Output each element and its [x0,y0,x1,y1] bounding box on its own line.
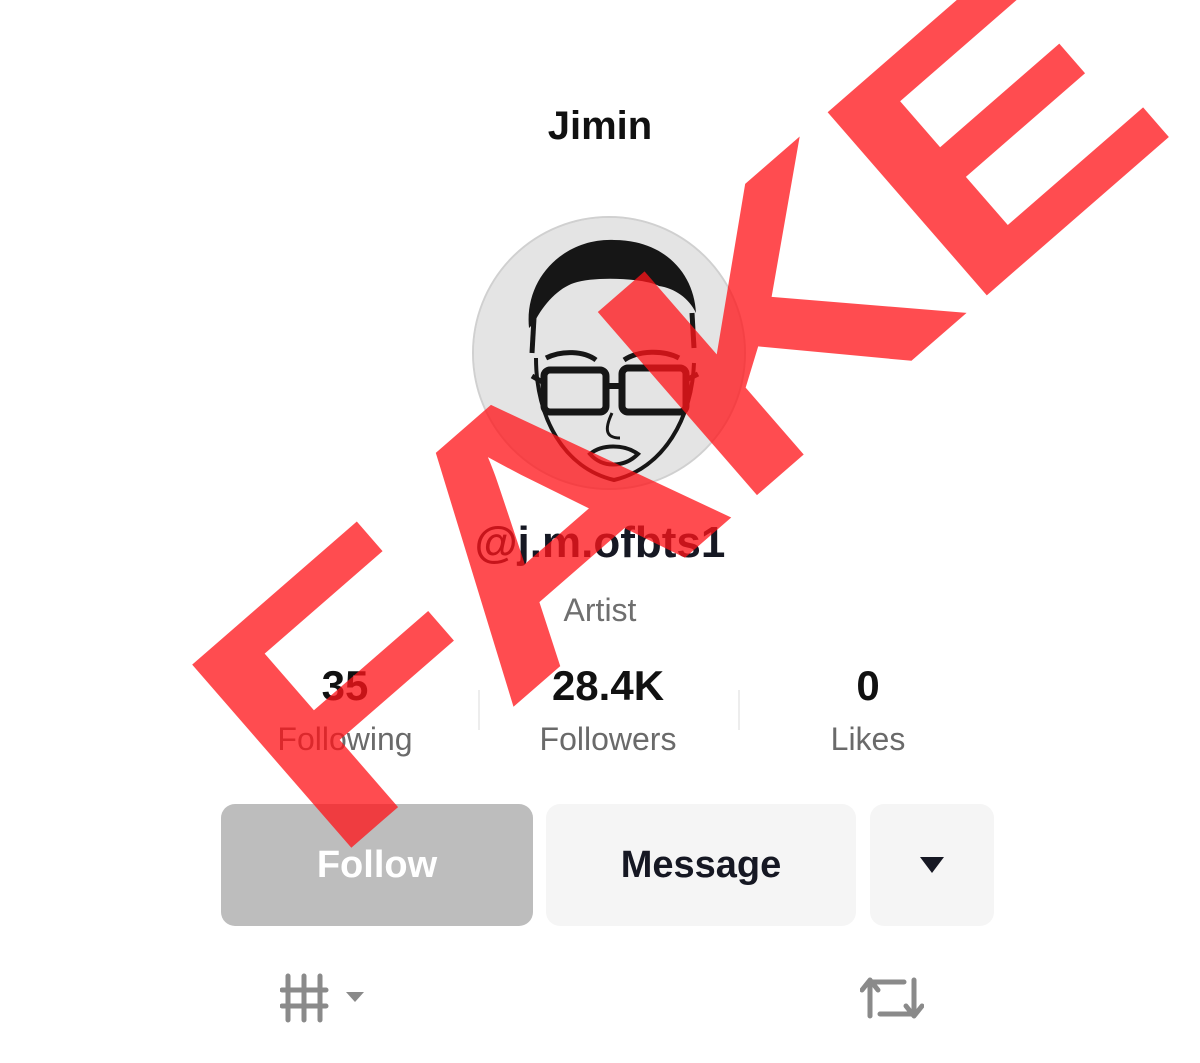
stat-likes-label: Likes [830,721,906,757]
stat-followers-value: 28.4K [551,662,665,709]
profile-display-name: Jimin [547,104,653,148]
stat-likes[interactable]: 0 Likes [748,660,988,762]
avatar[interactable] [472,216,746,490]
stat-following-value: 35 [321,662,369,709]
profile-role: Artist [563,592,637,628]
stat-followers-label: Followers [539,721,677,757]
follow-button[interactable]: Follow [221,804,533,926]
avatar-illustration [474,218,744,488]
more-options-button[interactable] [870,804,994,926]
stat-divider [738,690,740,730]
tab-reposts[interactable] [859,968,925,1033]
stat-following-label: Following [277,721,413,757]
stat-following[interactable]: 35 Following [225,660,465,762]
repost-icon [859,977,925,1019]
caret-down-icon [920,857,944,873]
stat-likes-value: 0 [856,662,880,709]
grid-icon [279,973,364,1023]
message-button[interactable]: Message [546,804,856,926]
stat-divider [478,690,480,730]
tab-videos[interactable] [279,968,370,1033]
profile-username: @j.m.ofbts1 [474,518,726,567]
stat-followers[interactable]: 28.4K Followers [488,660,728,762]
